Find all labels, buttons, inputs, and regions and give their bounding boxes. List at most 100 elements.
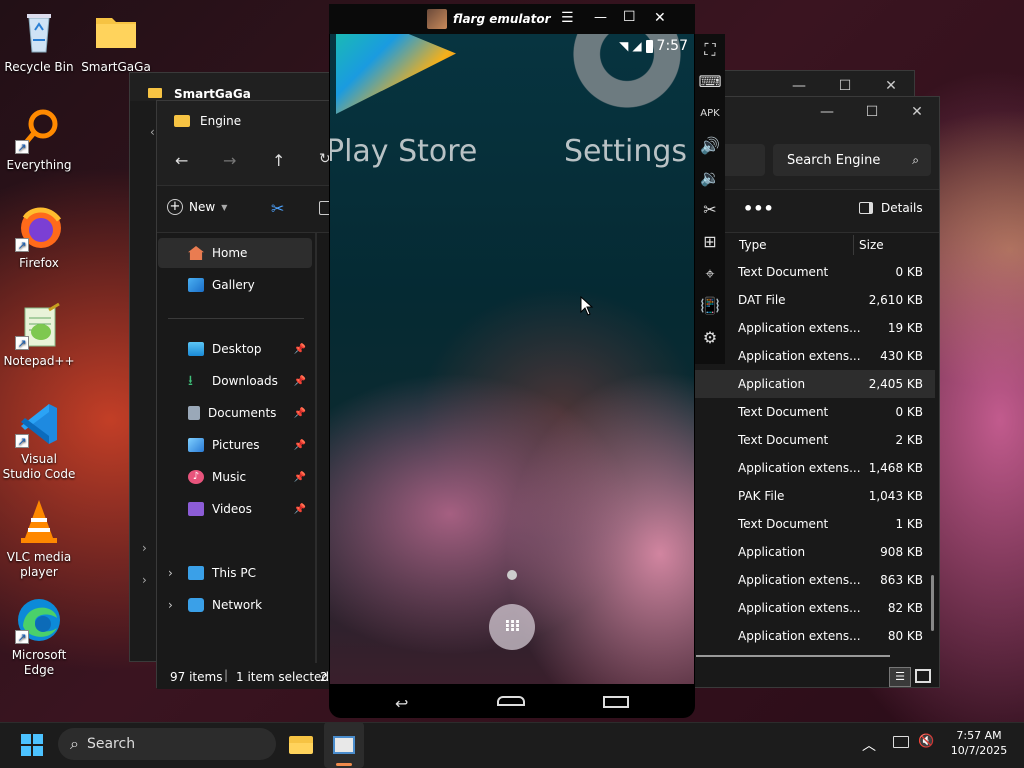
desktop-icon-vscode[interactable]: ↗ Visual Studio Code bbox=[1, 400, 77, 482]
sidebar-item-downloads[interactable]: ⭳ Downloads 📌 bbox=[158, 366, 312, 396]
taskbar-emulator[interactable] bbox=[324, 722, 364, 768]
volume-muted-icon[interactable]: 🔇 bbox=[918, 734, 934, 749]
sidebar-item-gallery[interactable]: Gallery bbox=[158, 270, 312, 300]
emulator-title: flarg emulator bbox=[453, 12, 551, 26]
file-size: 863 KB bbox=[880, 573, 923, 587]
file-row[interactable]: Application 908 KB bbox=[695, 538, 935, 566]
sidebar-item-music[interactable]: ♪ Music 📌 bbox=[158, 462, 312, 492]
sidebar-item-desktop[interactable]: Desktop 📌 bbox=[158, 334, 312, 364]
apk-install-icon[interactable]: APK bbox=[697, 101, 723, 127]
details-button[interactable]: Details bbox=[859, 201, 923, 215]
column-header-size[interactable]: Size bbox=[859, 235, 884, 255]
desktop-icon-everything[interactable]: ↗ Everything bbox=[1, 106, 77, 173]
add-window-icon[interactable]: ⊞ bbox=[697, 229, 723, 255]
file-row[interactable]: Text Document 2 KB bbox=[695, 426, 935, 454]
pin-icon[interactable]: 📌 bbox=[294, 472, 306, 483]
file-row[interactable]: DAT File 2,610 KB bbox=[695, 286, 935, 314]
pin-icon[interactable]: 📌 bbox=[294, 344, 306, 355]
shake-icon[interactable]: 📳 bbox=[697, 293, 723, 319]
file-row[interactable]: Text Document 0 KB bbox=[695, 258, 935, 286]
mouse-cursor-icon bbox=[580, 296, 594, 316]
sidebar-item-network[interactable]: Network bbox=[158, 590, 312, 620]
pin-icon[interactable]: 📌 bbox=[294, 440, 306, 451]
file-row[interactable]: PAK File 1,043 KB bbox=[695, 482, 935, 510]
chevron-up-icon[interactable]: ︿ bbox=[862, 735, 876, 755]
sidebar-item-videos[interactable]: Videos 📌 bbox=[158, 494, 312, 524]
desktop-icon-firefox[interactable]: ↗ Firefox bbox=[1, 204, 77, 271]
desktop-icon-recycle-bin[interactable]: Recycle Bin bbox=[1, 8, 77, 75]
maximize-button[interactable]: ☐ bbox=[849, 97, 895, 127]
android-recents-button[interactable] bbox=[603, 696, 629, 708]
desktop-icon-notepadpp[interactable]: ↗ Notepad++ bbox=[1, 302, 77, 369]
file-row[interactable]: Text Document 0 KB bbox=[695, 398, 935, 426]
file-row[interactable]: Text Document 1 KB bbox=[695, 510, 935, 538]
scissors-icon[interactable]: ✂ bbox=[697, 197, 723, 223]
new-button[interactable]: + New ▼ bbox=[167, 199, 227, 215]
desktop-icon-vlc[interactable]: VLC media player bbox=[1, 498, 77, 580]
desktop-icon-edge[interactable]: ↗ Microsoft Edge bbox=[1, 596, 77, 678]
sidebar-item-label: Downloads bbox=[212, 374, 278, 388]
clock[interactable]: 7:57 AM 10/7/2025 bbox=[944, 728, 1014, 758]
fullscreen-icon[interactable]: ⛶ bbox=[697, 37, 723, 63]
volume-up-icon[interactable]: 🔊 bbox=[697, 133, 723, 159]
pin-icon[interactable]: 📌 bbox=[294, 504, 306, 515]
minimize-button[interactable]: — bbox=[594, 10, 607, 25]
minimize-button[interactable]: — bbox=[804, 97, 850, 127]
firefox-icon: ↗ bbox=[15, 204, 63, 252]
expand-chevron-icon[interactable]: › bbox=[142, 541, 147, 555]
app-label-play-store[interactable]: Play Store bbox=[330, 134, 477, 169]
details-view-icon[interactable]: ☰ bbox=[889, 667, 911, 687]
volume-down-icon[interactable]: 🔉 bbox=[697, 165, 723, 191]
more-options-icon[interactable]: ••• bbox=[743, 199, 774, 218]
file-row[interactable]: Application extens... 82 KB bbox=[695, 594, 935, 622]
taskbar-search[interactable]: ⌕ Search bbox=[58, 728, 276, 760]
file-type: Text Document bbox=[738, 433, 829, 447]
desktop-icon-smartgaga[interactable]: SmartGaGa bbox=[78, 8, 154, 75]
gear-icon[interactable]: ⚙ bbox=[697, 325, 723, 351]
back-arrow-icon[interactable]: ‹ bbox=[150, 125, 155, 139]
file-type: Application bbox=[738, 545, 806, 559]
sidebar-item-label: Pictures bbox=[212, 438, 260, 452]
sidebar-scrollbar[interactable] bbox=[315, 233, 317, 663]
pin-icon[interactable]: 📌 bbox=[294, 408, 306, 419]
location-icon[interactable]: ⌖ bbox=[697, 261, 723, 287]
file-row-selected[interactable]: Application 2,405 KB bbox=[695, 370, 935, 398]
file-row[interactable]: Application extens... 80 KB bbox=[695, 622, 935, 650]
horizontal-scrollbar[interactable] bbox=[696, 655, 890, 657]
forward-arrow-icon[interactable]: → bbox=[223, 151, 236, 170]
android-home-button[interactable] bbox=[497, 696, 525, 706]
file-size: 1,043 KB bbox=[868, 489, 923, 503]
emulator-logo-icon bbox=[427, 9, 447, 29]
search-input[interactable]: Search Engine ⌕ bbox=[773, 144, 931, 176]
file-row[interactable]: Application extens... 430 KB bbox=[695, 342, 935, 370]
network-status-icon[interactable] bbox=[893, 736, 909, 748]
file-row[interactable]: Application extens... 1,468 KB bbox=[695, 454, 935, 482]
sidebar-item-pictures[interactable]: Pictures 📌 bbox=[158, 430, 312, 460]
sidebar-item-home[interactable]: Home bbox=[158, 238, 312, 268]
pin-icon[interactable]: 📌 bbox=[294, 376, 306, 387]
cut-icon[interactable]: ✂ bbox=[271, 199, 284, 218]
file-row[interactable]: Application extens... 863 KB bbox=[695, 566, 935, 594]
android-back-button[interactable]: ↩ bbox=[395, 694, 408, 713]
close-button[interactable]: ✕ bbox=[654, 10, 666, 26]
status-bar: ◥ ◢ 7:57 bbox=[619, 38, 688, 54]
expand-chevron-icon[interactable]: › bbox=[142, 573, 147, 587]
app-drawer-button[interactable]: ⁝⁝⁝ bbox=[489, 604, 535, 650]
tiles-view-icon[interactable] bbox=[915, 669, 931, 683]
app-label-settings[interactable]: Settings bbox=[564, 134, 687, 169]
android-screen[interactable]: Play Store Settings ◥ ◢ 7:57 ⁝⁝⁝ bbox=[330, 34, 694, 684]
maximize-button[interactable]: ☐ bbox=[623, 9, 636, 25]
hamburger-menu-icon[interactable]: ☰ bbox=[561, 10, 574, 26]
emulator-window[interactable]: flarg emulator ☰ — ☐ ✕ Play Store Settin… bbox=[329, 4, 695, 718]
up-arrow-icon[interactable]: ↑ bbox=[272, 151, 285, 170]
close-button[interactable]: ✕ bbox=[894, 97, 940, 127]
taskbar-file-explorer[interactable] bbox=[282, 722, 320, 768]
keyboard-icon[interactable]: ⌨ bbox=[697, 69, 723, 95]
back-arrow-icon[interactable]: ← bbox=[175, 151, 188, 170]
file-row[interactable]: Application extens... 19 KB bbox=[695, 314, 935, 342]
start-button[interactable] bbox=[12, 722, 52, 768]
sidebar-item-documents[interactable]: Documents 📌 bbox=[158, 398, 312, 428]
sidebar-item-this-pc[interactable]: This PC bbox=[158, 558, 312, 588]
column-header-type[interactable]: Type bbox=[739, 235, 854, 255]
play-store-icon[interactable] bbox=[336, 34, 456, 114]
